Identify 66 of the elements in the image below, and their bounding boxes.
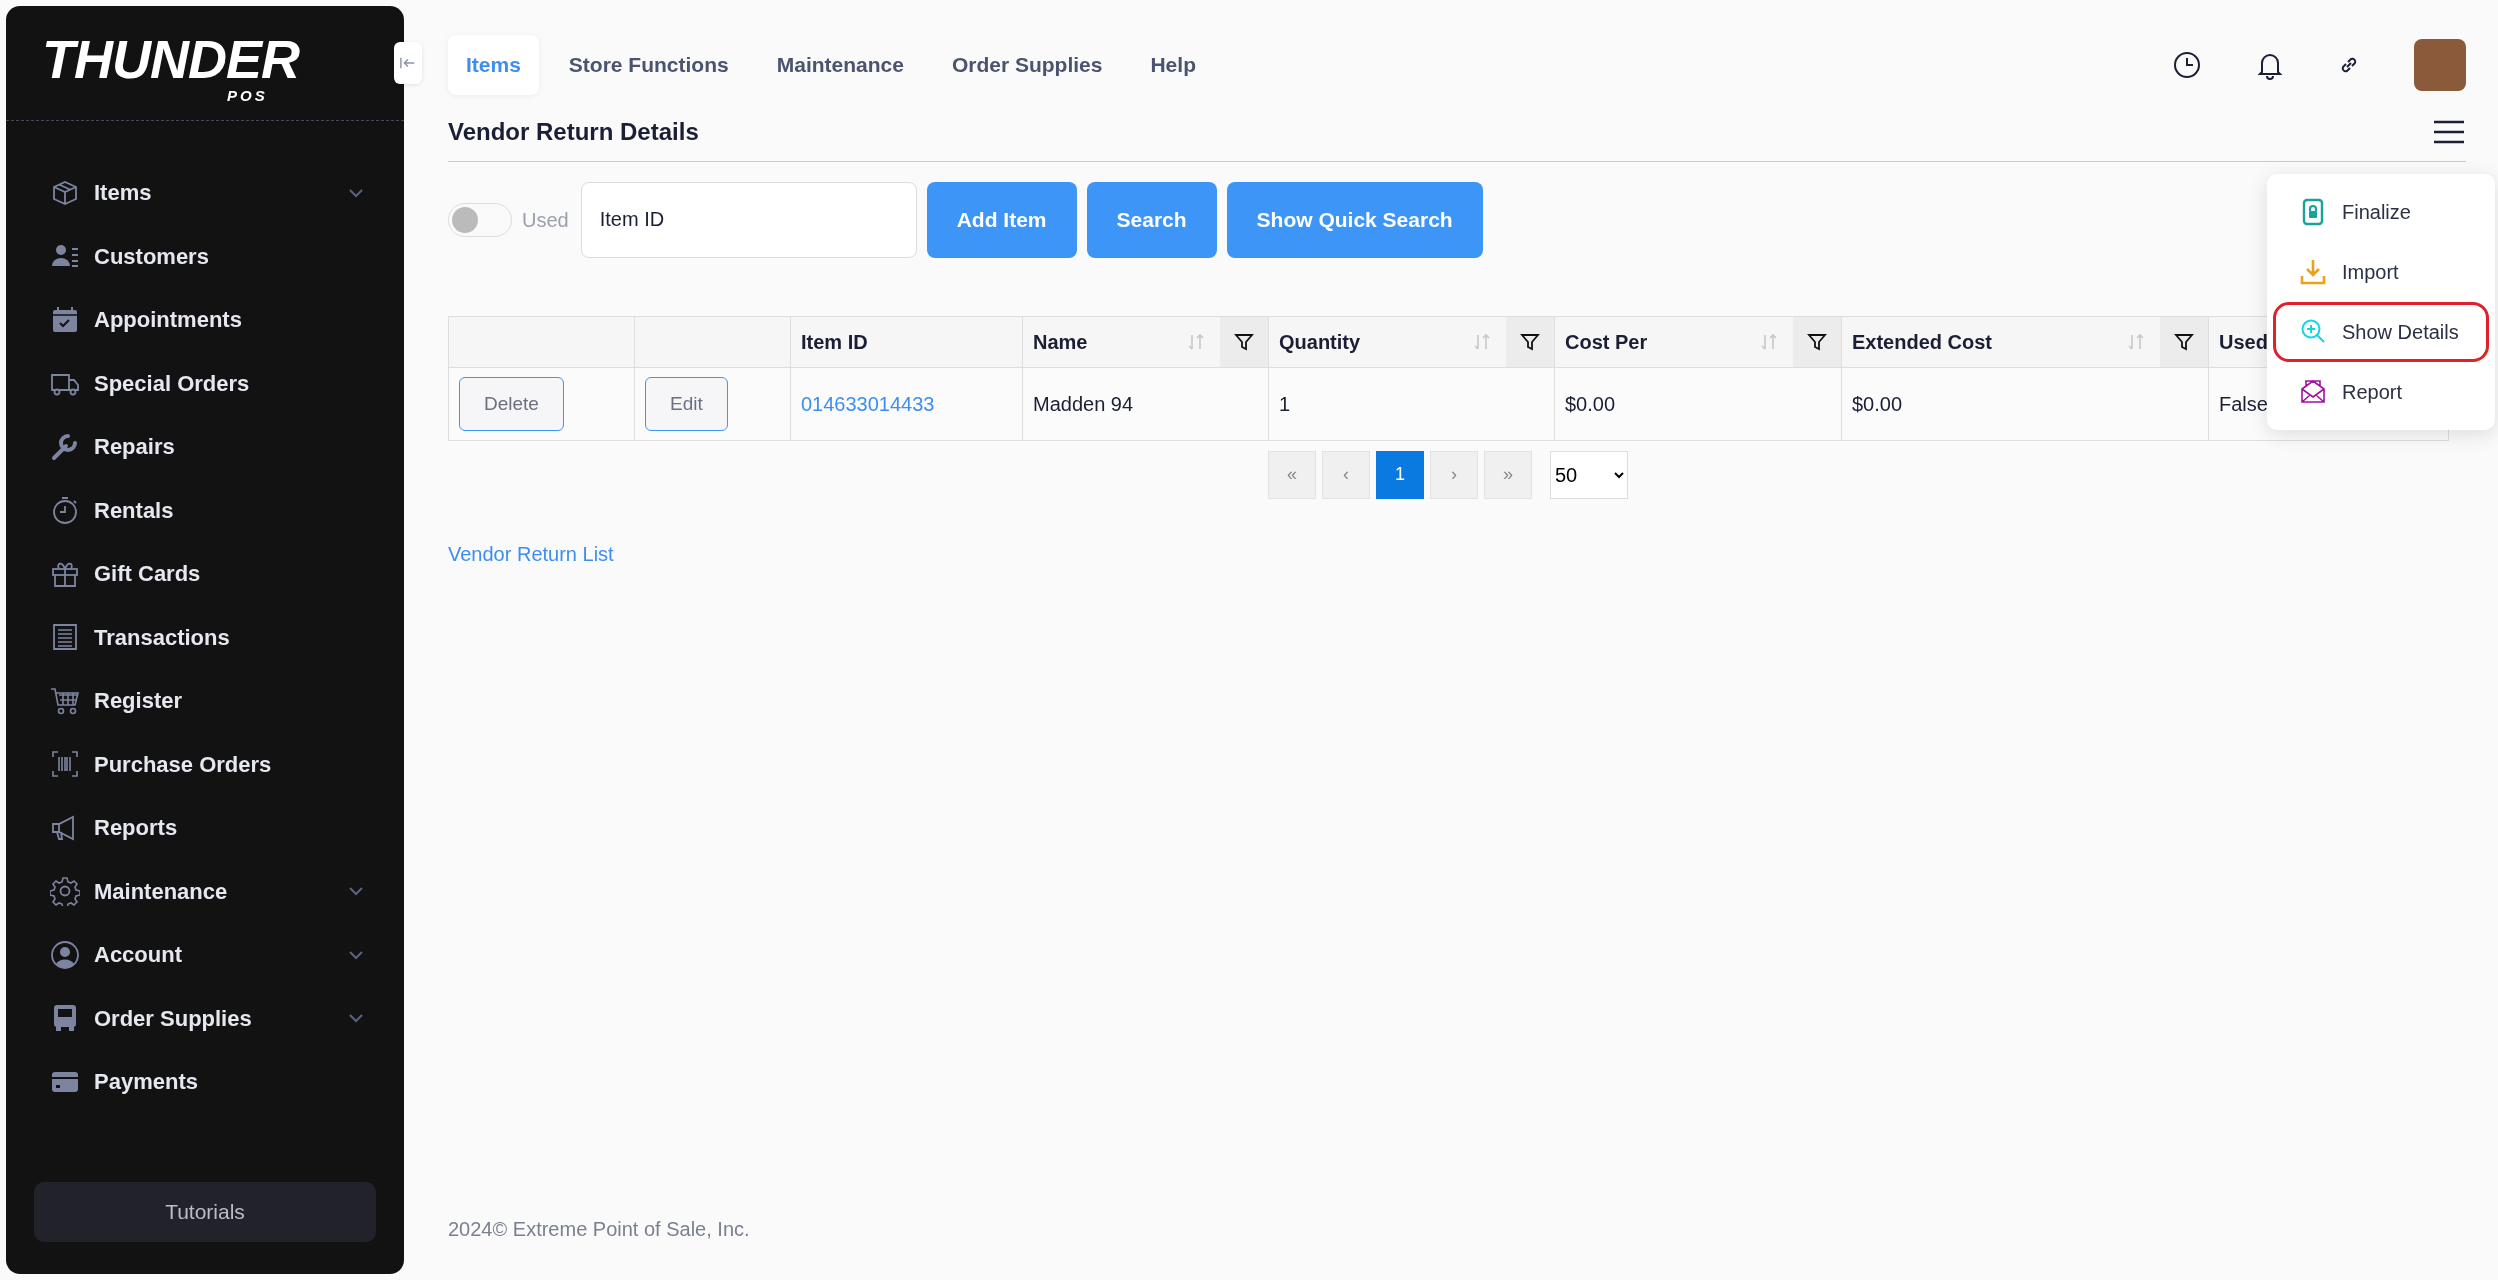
logo-wordmark: THUNDER xyxy=(42,32,299,86)
nav-tab[interactable]: Maintenance xyxy=(758,35,922,95)
filter-icon xyxy=(2174,331,2194,352)
filter-button[interactable] xyxy=(1793,316,1841,367)
sidebar-item[interactable]: Order Supplies xyxy=(6,986,404,1050)
page-button[interactable]: 1 xyxy=(1376,450,1424,499)
sidebar-item[interactable]: Appointments xyxy=(6,288,404,352)
chevron-down-icon xyxy=(348,886,364,897)
table-cell: $0.00 xyxy=(1852,392,1903,415)
filter-button[interactable] xyxy=(1506,316,1554,367)
calendar-icon xyxy=(50,304,80,335)
sidebar-item[interactable]: Transactions xyxy=(6,605,404,669)
gear-icon xyxy=(50,876,80,907)
tutorials-button[interactable]: Tutorials xyxy=(34,1182,376,1242)
footer-copyright: 2024© Extreme Point of Sale, Inc. xyxy=(448,1217,751,1242)
receipt-icon xyxy=(50,622,80,653)
barcode-icon xyxy=(50,749,80,780)
sidebar-item[interactable]: Customers xyxy=(6,224,404,288)
table-cell: $0.00 xyxy=(1565,392,1616,415)
table-cell: False xyxy=(2219,392,2268,415)
logo-subtitle: POS xyxy=(227,88,268,103)
sidebar-item[interactable]: Gift Cards xyxy=(6,542,404,606)
avatar-photo-placeholder[interactable] xyxy=(2414,39,2466,91)
nav-tab[interactable]: Store Functions xyxy=(550,35,747,95)
filter-icon xyxy=(1807,331,1827,352)
clock-icon[interactable] xyxy=(2172,50,2202,80)
collapse-sidebar-button[interactable] xyxy=(394,42,422,84)
sidebar-item[interactable]: Rentals xyxy=(6,478,404,542)
table-cell: Madden 94 xyxy=(1033,392,1134,415)
sidebar-item[interactable]: Account xyxy=(6,923,404,987)
menu-item[interactable]: Import xyxy=(2273,242,2489,302)
item-id-field[interactable]: Item ID xyxy=(580,181,917,258)
nav-tab[interactable]: Order Supplies xyxy=(933,35,1121,95)
sidebar-item[interactable]: Register xyxy=(6,669,404,733)
menu-item[interactable]: Show Details xyxy=(2273,302,2489,362)
nav-tab[interactable]: Help xyxy=(1132,35,1214,95)
wrench-icon xyxy=(50,431,80,462)
chevron-down-icon xyxy=(348,1013,364,1024)
sidebar-item[interactable]: Purchase Orders xyxy=(6,732,404,796)
chevron-down-icon xyxy=(348,187,364,198)
arrow-left-icon xyxy=(400,56,416,70)
chevron-down-icon xyxy=(348,949,364,960)
filter-icon xyxy=(1520,331,1540,352)
sidebar-item[interactable]: Reports xyxy=(6,796,404,860)
row-action-button[interactable]: Edit xyxy=(645,376,728,432)
menu-button[interactable] xyxy=(2432,119,2466,146)
filter-icon xyxy=(1234,331,1254,352)
sidebar-item[interactable]: Maintenance xyxy=(6,859,404,923)
sidebar-item[interactable]: Special Orders xyxy=(6,351,404,415)
toggle-label: Used xyxy=(522,207,569,233)
row-action-button[interactable]: Delete xyxy=(459,376,564,432)
table-cell: 1 xyxy=(1279,392,1291,415)
user-icon xyxy=(50,939,80,970)
page-title: Vendor Return Details xyxy=(448,118,700,147)
used-toggle[interactable] xyxy=(448,202,512,237)
page-size-select[interactable]: 50 xyxy=(1550,450,1628,499)
sidebar-item[interactable]: Payments xyxy=(6,1050,404,1114)
sidebar-item[interactable]: Repairs xyxy=(6,415,404,479)
filter-button[interactable] xyxy=(1220,316,1268,367)
timer-icon xyxy=(50,495,80,526)
cart-icon xyxy=(50,685,80,716)
filter-button[interactable] xyxy=(2160,316,2208,367)
menu-icon xyxy=(2432,119,2466,146)
menu-item[interactable]: Finalize xyxy=(2273,182,2489,242)
menu-item[interactable]: Report xyxy=(2273,362,2489,422)
sidebar-item[interactable]: Items xyxy=(6,161,404,225)
